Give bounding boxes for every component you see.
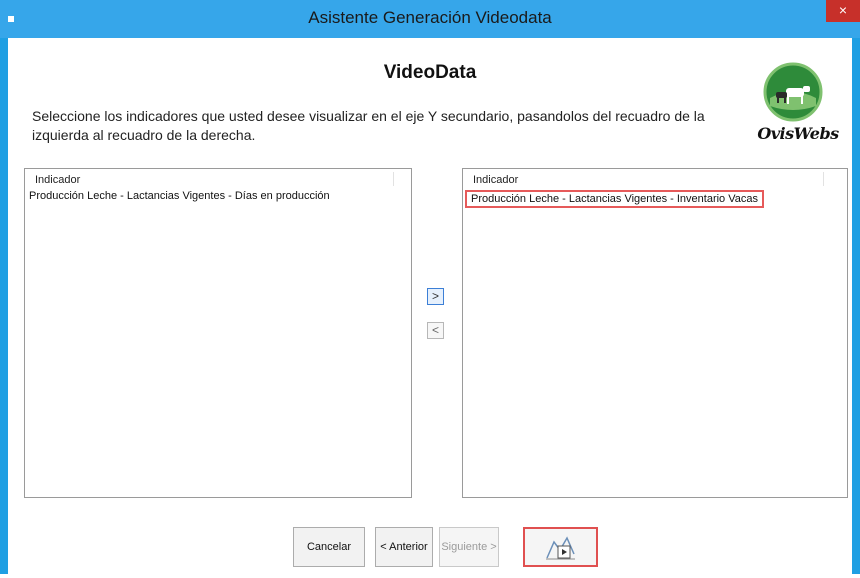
instructions-text: Seleccione los indicadores que usted des… [32, 108, 705, 143]
selected-indicators-list[interactable]: Indicador Producción Leche - Lactancias … [462, 168, 848, 498]
previous-button[interactable]: < Anterior [375, 527, 433, 567]
list-item[interactable]: Producción Leche - Lactancias Vigentes -… [25, 189, 411, 203]
title-bar[interactable]: Asistente Generación Videodata × [0, 0, 860, 38]
oviswebs-logo: OvisWebs [748, 58, 848, 148]
column-header-indicador: Indicador [473, 174, 519, 186]
logo-text: OvisWebs [757, 124, 839, 143]
move-right-button[interactable]: > [427, 288, 444, 305]
column-header-indicador: Indicador [35, 174, 81, 186]
generate-video-button[interactable] [523, 527, 598, 567]
column-separator [393, 172, 394, 186]
available-indicators-list[interactable]: Indicador Producción Leche - Lactancias … [24, 168, 412, 498]
logo-icon [763, 62, 823, 122]
move-left-button[interactable]: < [427, 322, 444, 339]
list-header[interactable]: Indicador [463, 169, 847, 189]
close-button[interactable]: × [826, 0, 860, 22]
window-title: Asistente Generación Videodata [308, 8, 552, 27]
column-separator [823, 172, 824, 186]
chart-play-icon [545, 536, 575, 560]
next-button[interactable]: Siguiente > [439, 527, 499, 567]
cancel-button[interactable]: Cancelar [293, 527, 365, 567]
list-header[interactable]: Indicador [25, 169, 411, 189]
list-item-selected[interactable]: Producción Leche - Lactancias Vigentes -… [465, 190, 764, 208]
page-title: VideoData [383, 62, 477, 83]
wizard-window: Asistente Generación Videodata × VideoDa… [0, 0, 860, 574]
